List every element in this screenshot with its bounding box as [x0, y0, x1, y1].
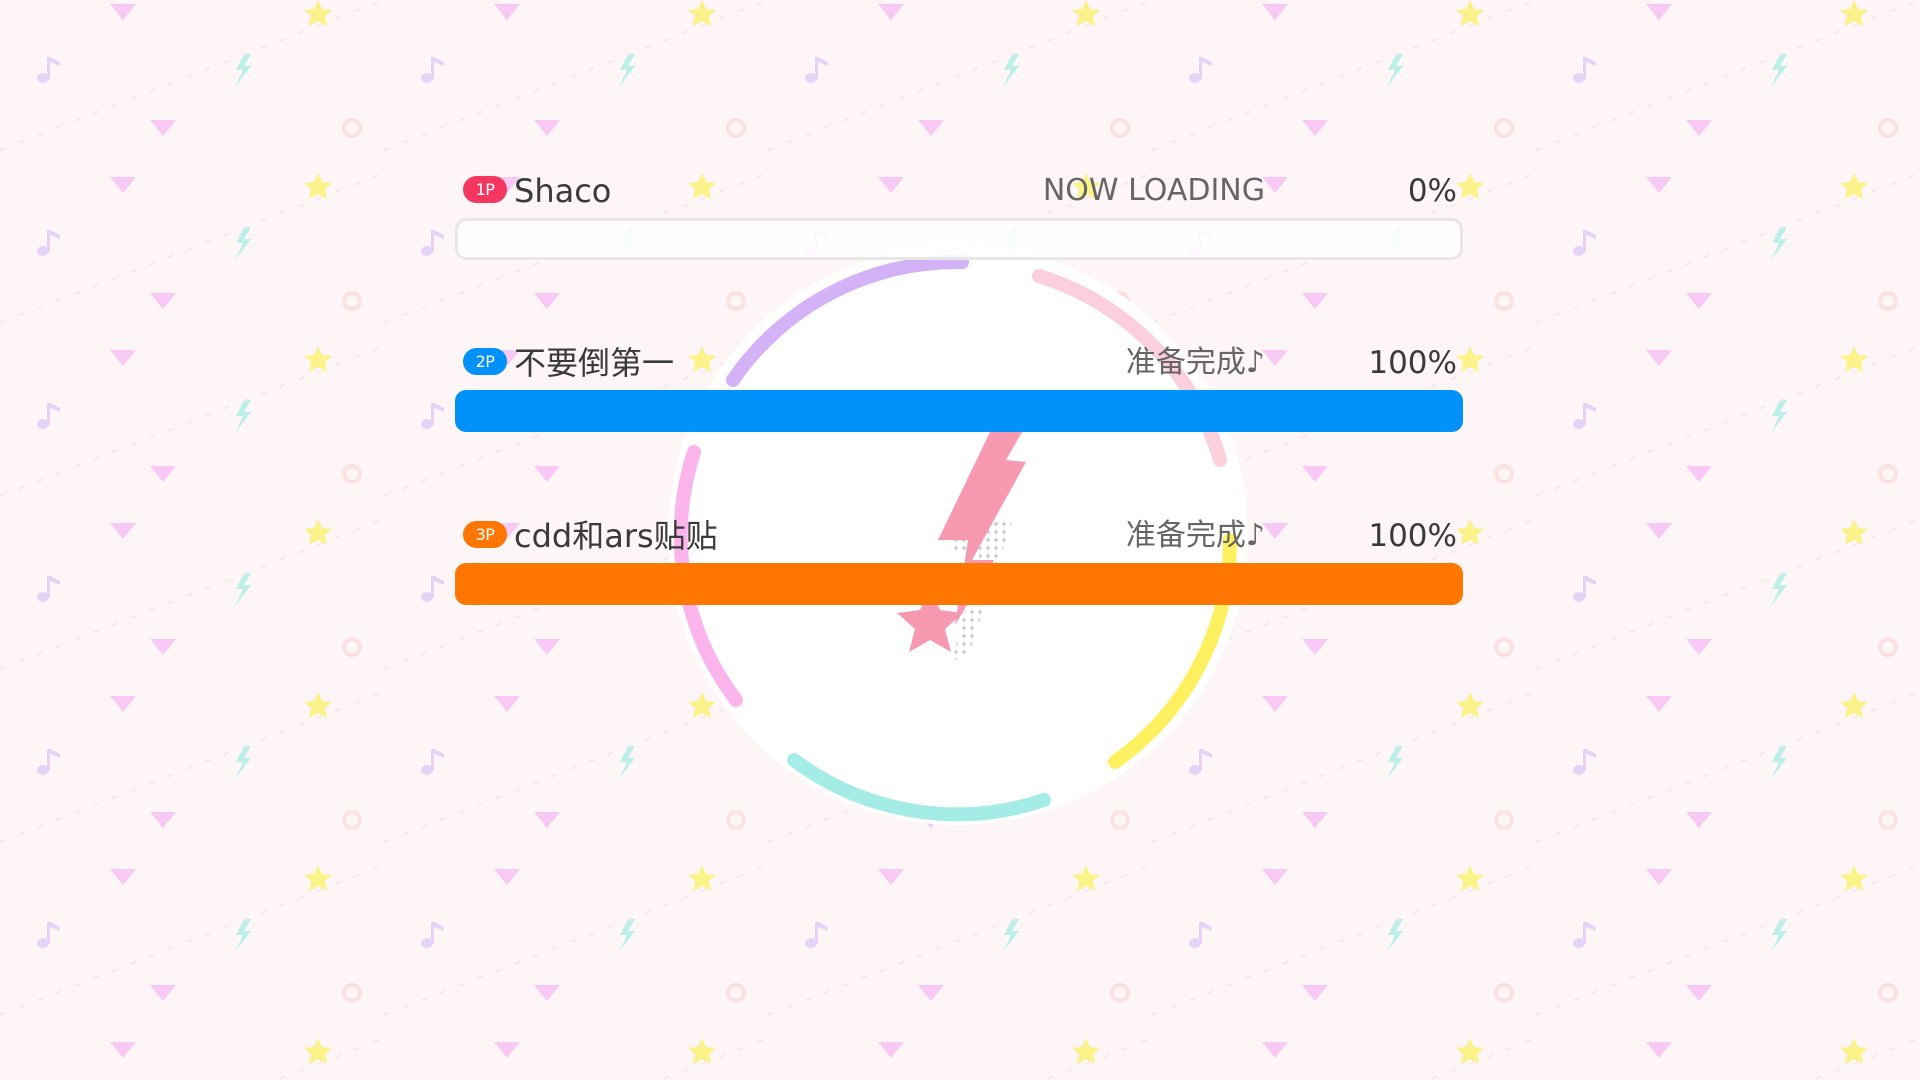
loading-status: NOW LOADING	[1042, 173, 1265, 208]
player-row-3: 3P cdd和ars贴贴 准备完成♪ 100%	[455, 517, 1463, 621]
progress-bar	[455, 218, 1463, 260]
player-name: cdd和ars贴贴	[514, 517, 718, 555]
player-row-1: 1P Shaco NOW LOADING 0%	[455, 172, 1463, 276]
loading-status: 准备完成♪	[1125, 345, 1265, 380]
player-badge: 3P	[463, 521, 507, 548]
loading-percent: 100%	[1368, 518, 1457, 554]
loading-percent: 100%	[1368, 345, 1457, 381]
loading-percent: 0%	[1407, 173, 1457, 209]
progress-fill	[455, 390, 1463, 432]
progress-bar	[455, 563, 1463, 605]
player-badge: 1P	[463, 176, 507, 203]
progress-fill	[455, 563, 1463, 605]
player-name: Shaco	[514, 172, 612, 210]
player-name: 不要倒第一	[514, 344, 675, 382]
player-badge: 2P	[463, 348, 507, 375]
progress-bar	[455, 390, 1463, 432]
loading-status: 准备完成♪	[1125, 518, 1265, 553]
player-row-2: 2P 不要倒第一 准备完成♪ 100%	[455, 344, 1463, 448]
